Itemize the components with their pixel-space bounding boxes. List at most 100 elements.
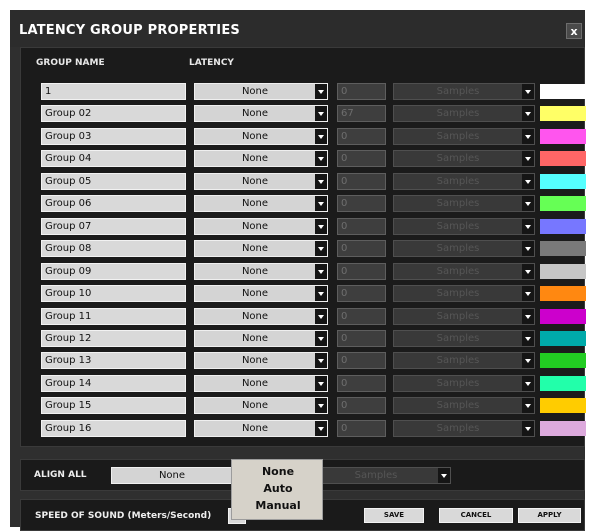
color-swatch[interactable]	[540, 263, 586, 279]
color-swatch[interactable]	[540, 420, 586, 436]
group-name-input[interactable]: Group 04	[41, 150, 186, 168]
group-name-input[interactable]: Group 16	[41, 419, 186, 437]
unit-select[interactable]: Samples	[393, 285, 535, 303]
group-name-input[interactable]: Group 09	[41, 262, 186, 280]
color-swatch[interactable]	[540, 173, 586, 189]
latency-value-field[interactable]: 0	[337, 150, 386, 168]
latency-value-field[interactable]: 0	[337, 374, 386, 392]
menu-item-manual[interactable]: Manual	[232, 499, 324, 512]
latency-value-field[interactable]: 0	[337, 262, 386, 280]
latency-select[interactable]: None	[194, 329, 328, 347]
chevron-down-icon[interactable]	[315, 330, 327, 346]
color-swatch[interactable]	[540, 286, 586, 302]
latency-select[interactable]: None	[194, 285, 328, 303]
latency-select[interactable]: None	[194, 307, 328, 325]
group-name-input[interactable]: Group 13	[41, 352, 186, 370]
chevron-down-icon[interactable]	[315, 375, 327, 391]
latency-select[interactable]: None	[194, 195, 328, 213]
chevron-down-icon[interactable]	[522, 151, 534, 167]
chevron-down-icon[interactable]	[522, 398, 534, 414]
color-swatch[interactable]	[540, 375, 586, 391]
align-all-unit-select[interactable]: Samples	[311, 467, 451, 484]
chevron-down-icon[interactable]	[438, 468, 450, 483]
latency-select[interactable]: None	[194, 262, 328, 280]
chevron-down-icon[interactable]	[522, 106, 534, 122]
chevron-down-icon[interactable]	[315, 263, 327, 279]
color-swatch[interactable]	[540, 398, 586, 414]
chevron-down-icon[interactable]	[315, 241, 327, 257]
latency-select[interactable]: None	[194, 83, 328, 100]
menu-item-auto[interactable]: Auto	[232, 482, 324, 495]
latency-select[interactable]: None	[194, 217, 328, 235]
chevron-down-icon[interactable]	[522, 84, 534, 99]
color-swatch[interactable]	[540, 106, 586, 122]
latency-value-field[interactable]: 0	[337, 127, 386, 145]
chevron-down-icon[interactable]	[522, 128, 534, 144]
latency-select[interactable]: None	[194, 240, 328, 258]
chevron-down-icon[interactable]	[522, 218, 534, 234]
group-name-input[interactable]: Group 03	[41, 127, 186, 145]
latency-select[interactable]: None	[194, 374, 328, 392]
group-name-input[interactable]: Group 10	[41, 285, 186, 303]
latency-value-field[interactable]: 0	[337, 419, 386, 437]
group-name-input[interactable]: 1	[41, 83, 186, 100]
unit-select[interactable]: Samples	[393, 105, 535, 123]
chevron-down-icon[interactable]	[315, 286, 327, 302]
chevron-down-icon[interactable]	[522, 263, 534, 279]
menu-item-none[interactable]: None	[232, 465, 324, 478]
chevron-down-icon[interactable]	[522, 173, 534, 189]
unit-select[interactable]: Samples	[393, 240, 535, 258]
latency-value-field[interactable]: 0	[337, 307, 386, 325]
color-swatch[interactable]	[540, 308, 586, 324]
latency-value-field[interactable]: 67	[337, 105, 386, 123]
chevron-down-icon[interactable]	[522, 286, 534, 302]
chevron-down-icon[interactable]	[315, 128, 327, 144]
latency-value-field[interactable]: 0	[337, 172, 386, 190]
group-name-input[interactable]: Group 11	[41, 307, 186, 325]
group-name-input[interactable]: Group 08	[41, 240, 186, 258]
color-swatch[interactable]	[540, 196, 586, 212]
unit-select[interactable]: Samples	[393, 217, 535, 235]
chevron-down-icon[interactable]	[315, 196, 327, 212]
group-name-input[interactable]: Group 15	[41, 397, 186, 415]
close-button[interactable]: x	[566, 23, 582, 39]
chevron-down-icon[interactable]	[315, 308, 327, 324]
color-swatch[interactable]	[540, 241, 586, 257]
latency-value-field[interactable]: 0	[337, 195, 386, 213]
chevron-down-icon[interactable]	[315, 151, 327, 167]
chevron-down-icon[interactable]	[315, 218, 327, 234]
latency-select[interactable]: None	[194, 352, 328, 370]
latency-select[interactable]: None	[194, 419, 328, 437]
unit-select[interactable]: Samples	[393, 83, 535, 100]
color-swatch[interactable]	[540, 218, 586, 234]
latency-value-field[interactable]: 0	[337, 240, 386, 258]
group-name-input[interactable]: Group 14	[41, 374, 186, 392]
unit-select[interactable]: Samples	[393, 262, 535, 280]
unit-select[interactable]: Samples	[393, 127, 535, 145]
chevron-down-icon[interactable]	[315, 353, 327, 369]
chevron-down-icon[interactable]	[522, 353, 534, 369]
latency-select[interactable]: None	[194, 150, 328, 168]
unit-select[interactable]: Samples	[393, 195, 535, 213]
latency-select[interactable]: None	[194, 127, 328, 145]
chevron-down-icon[interactable]	[315, 398, 327, 414]
color-swatch[interactable]	[540, 84, 586, 99]
color-swatch[interactable]	[540, 151, 586, 167]
latency-value-field[interactable]: 0	[337, 217, 386, 235]
group-name-input[interactable]: Group 06	[41, 195, 186, 213]
color-swatch[interactable]	[540, 128, 586, 144]
unit-select[interactable]: Samples	[393, 374, 535, 392]
cancel-button[interactable]: CANCEL	[439, 508, 513, 523]
align-all-latency-select[interactable]: None	[111, 467, 244, 484]
unit-select[interactable]: Samples	[393, 352, 535, 370]
latency-value-field[interactable]: 0	[337, 397, 386, 415]
latency-value-field[interactable]: 0	[337, 329, 386, 347]
chevron-down-icon[interactable]	[522, 308, 534, 324]
apply-button[interactable]: APPLY	[518, 508, 581, 523]
chevron-down-icon[interactable]	[522, 375, 534, 391]
group-name-input[interactable]: Group 02	[41, 105, 186, 123]
group-name-input[interactable]: Group 12	[41, 329, 186, 347]
group-name-input[interactable]: Group 05	[41, 172, 186, 190]
color-swatch[interactable]	[540, 353, 586, 369]
latency-value-field[interactable]: 0	[337, 83, 386, 100]
